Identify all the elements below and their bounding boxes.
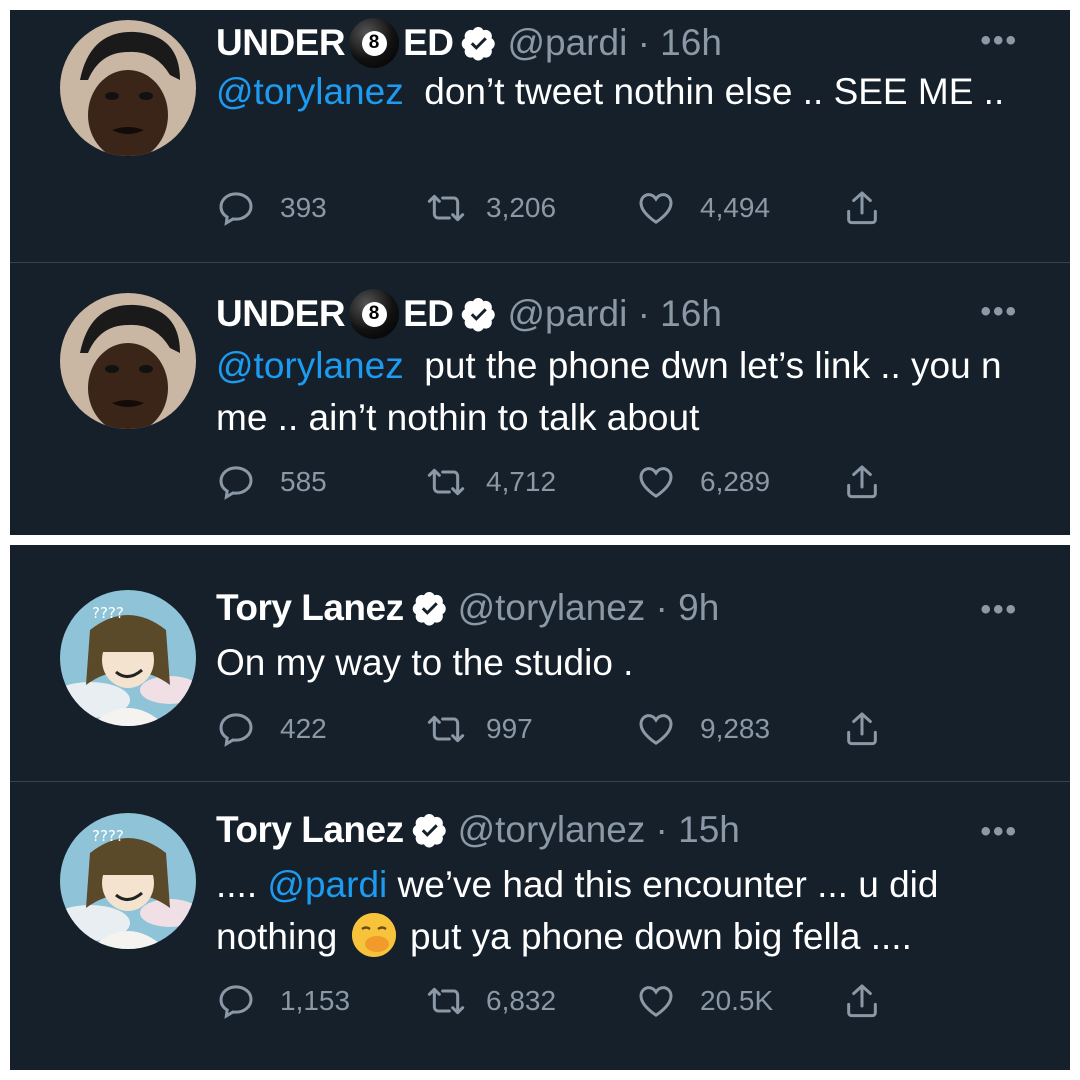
mention-link[interactable]: @torylanez [216,71,404,112]
share-button[interactable] [842,188,906,228]
display-name-suffix[interactable]: ED [403,293,454,335]
tweet-actions: 585 4,712 6,289 [216,462,896,502]
reply-icon [219,713,253,747]
reply-count: 422 [280,713,327,744]
eight-ball-emoji: 8 [349,18,400,68]
reply-icon [219,192,253,226]
reply-count: 1,153 [280,985,351,1016]
retweet-icon [427,468,465,496]
reply-icon [219,466,253,500]
like-count: 9,283 [700,713,771,744]
like-count: 20.5K [700,985,774,1016]
avatar-text: ???? [92,604,124,622]
tweet-body: don’t tweet nothin else .. SEE ME .. [403,71,1005,112]
reply-count: 393 [280,192,327,223]
tweet-prefix: .... [216,864,268,905]
yawning-face-emoji-icon [351,913,396,957]
display-name[interactable]: Tory Lanez [216,809,404,851]
like-count: 6,289 [700,466,771,497]
reply-icon [219,985,253,1019]
screenshot-panel-torylanez: ???? Tory Lanez @torylanez · 9h ••• On m… [10,545,1070,1070]
tweet-actions: 393 3,206 4,494 [216,188,896,228]
tweet-actions: 422 997 9,283 [216,709,896,749]
mention-link[interactable]: @pardi [267,864,387,905]
retweet-button[interactable]: 3,206 [426,188,556,228]
share-icon [847,191,877,225]
tweet-body-end: put ya phone down big fella .... [399,916,912,957]
retweet-count: 997 [486,713,533,744]
verified-badge-icon [462,297,496,332]
avatar[interactable]: ???? [60,590,196,726]
retweet-button[interactable]: 6,832 [426,981,556,1021]
share-button[interactable] [842,462,906,502]
tweet-text: On my way to the studio . [216,642,634,683]
tweet-actions: 1,153 6,832 20.5K [216,981,896,1021]
display-name-suffix[interactable]: ED [403,22,454,64]
tweet-text: @torylanez put the phone dwn let’s link … [216,340,1016,444]
share-button[interactable] [842,709,906,749]
avatar[interactable]: ???? [60,813,196,949]
handle-and-timestamp[interactable]: @pardi · 16h [507,22,721,64]
reply-button[interactable]: 422 [216,709,327,749]
more-options-icon[interactable]: ••• [980,593,1018,627]
verified-badge-icon [462,26,496,61]
share-icon [847,984,877,1018]
reply-count: 585 [280,466,327,497]
eight-ball-emoji: 8 [349,289,400,339]
like-button[interactable]: 6,289 [636,462,770,502]
handle-and-timestamp[interactable]: @torylanez · 15h [458,809,740,851]
tweet-text: .... @pardi we’ve had this encounter ...… [216,859,1016,963]
retweet-icon [427,715,465,743]
share-icon [847,712,877,746]
reply-button[interactable]: 585 [216,462,327,502]
display-name[interactable]: UNDER [216,22,346,64]
share-button[interactable] [842,981,906,1021]
more-options-icon[interactable]: ••• [980,295,1018,329]
reply-button[interactable]: 393 [216,188,327,228]
retweet-button[interactable]: 997 [426,709,533,749]
heart-icon [639,986,673,1017]
like-button[interactable]: 9,283 [636,709,770,749]
screenshot-panel-pardi: UNDER 8 ED @pardi · 16h ••• @torylanez d… [10,10,1070,535]
verified-badge-icon [412,813,446,848]
like-button[interactable]: 20.5K [636,981,773,1021]
share-icon [847,465,877,499]
like-button[interactable]: 4,494 [636,188,770,228]
retweet-count: 3,206 [486,192,557,223]
verified-badge-icon [412,591,446,626]
retweet-button[interactable]: 4,712 [426,462,556,502]
handle-and-timestamp[interactable]: @pardi · 16h [507,293,721,335]
heart-icon [639,714,673,745]
retweet-icon [427,987,465,1015]
avatar[interactable] [60,293,196,429]
tweet[interactable]: UNDER 8 ED @pardi · 16h ••• @torylanez d… [10,10,1070,263]
avatar-text: ???? [92,827,124,845]
more-options-icon[interactable]: ••• [980,24,1018,58]
tweet-text: @torylanez don’t tweet nothin else .. SE… [216,66,1016,118]
retweet-count: 4,712 [486,466,557,497]
heart-icon [639,467,673,498]
more-options-icon[interactable]: ••• [980,815,1018,849]
display-name[interactable]: UNDER [216,293,346,335]
heart-icon [639,193,673,224]
tweet[interactable]: UNDER 8 ED @pardi · 16h ••• @torylanez p… [10,263,1070,525]
tweet[interactable]: ???? Tory Lanez @torylanez · 15h ••• ...… [10,782,1070,1044]
reply-button[interactable]: 1,153 [216,981,350,1021]
retweet-icon [427,194,465,222]
retweet-count: 6,832 [486,985,557,1016]
display-name[interactable]: Tory Lanez [216,587,404,629]
mention-link[interactable]: @torylanez [216,345,404,386]
avatar[interactable] [60,20,196,156]
tweet[interactable]: ???? Tory Lanez @torylanez · 9h ••• On m… [10,545,1070,782]
handle-and-timestamp[interactable]: @torylanez · 9h [458,587,720,629]
like-count: 4,494 [700,192,771,223]
